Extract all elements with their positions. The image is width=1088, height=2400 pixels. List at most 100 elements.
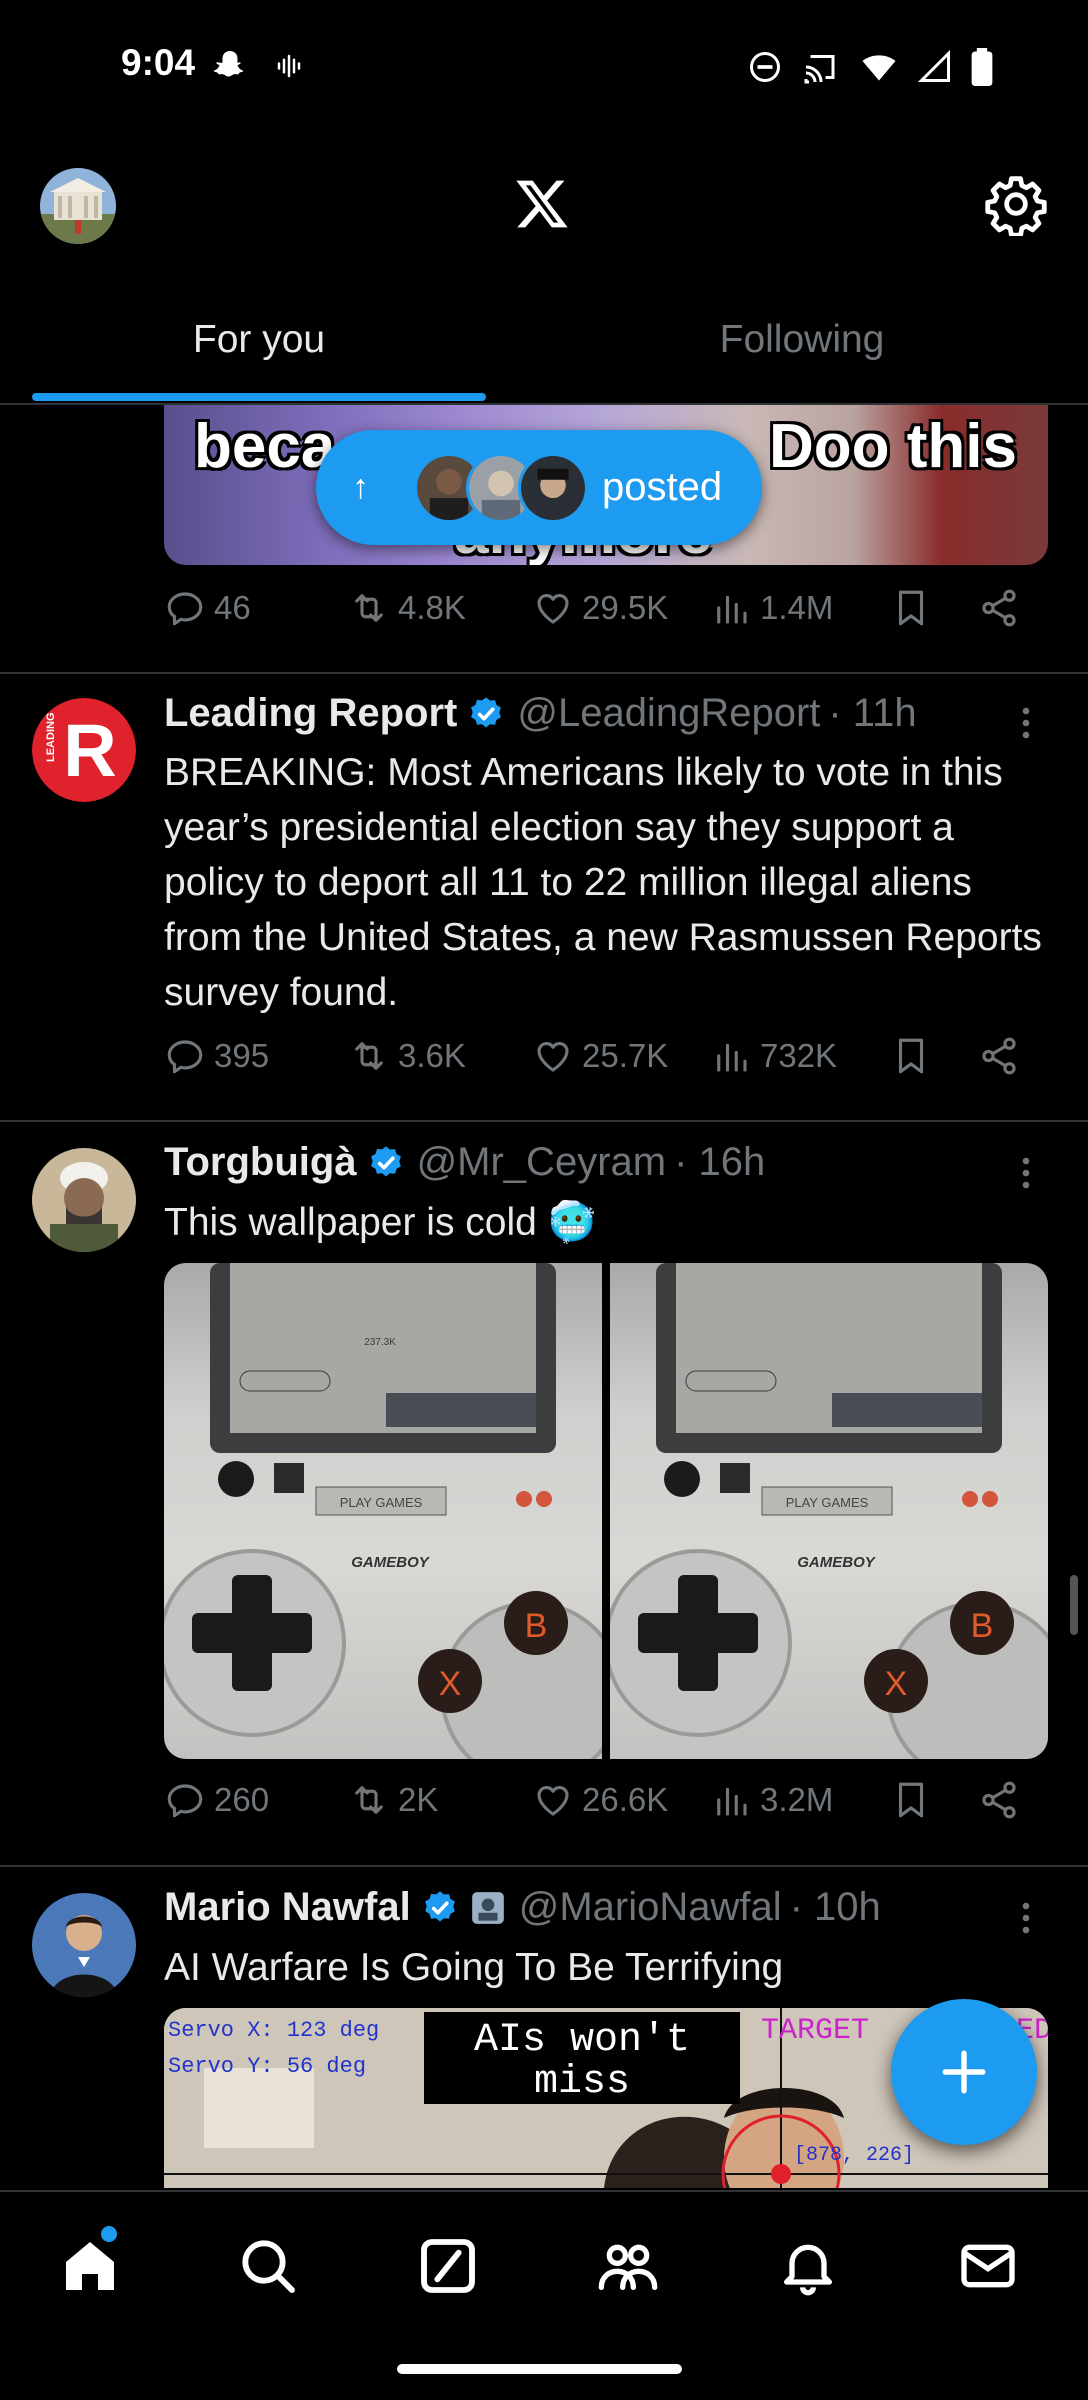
author-handle[interactable]: @Mr_Ceyram xyxy=(417,1140,667,1185)
author-handle[interactable]: @LeadingReport xyxy=(517,691,820,736)
author-name[interactable]: Leading Report xyxy=(164,691,457,736)
post-image-gameboy[interactable]: 237.3K PLAY GAMES GAMEBOY B X xyxy=(164,1263,602,1759)
views-button[interactable]: 1.4M xyxy=(710,587,833,629)
messages-envelope-icon[interactable] xyxy=(956,2234,1020,2298)
reply-count: 46 xyxy=(214,589,251,626)
share-button[interactable] xyxy=(978,1779,1028,1821)
bookmark-button[interactable] xyxy=(890,1779,940,1821)
repost-button[interactable]: 2K xyxy=(348,1779,438,1821)
post-header: Torgbuigà @Mr_Ceyram · 16h xyxy=(164,1140,765,1185)
status-right-icons xyxy=(747,48,993,86)
settings-gear-icon[interactable] xyxy=(984,172,1048,236)
post-divider xyxy=(0,672,1088,674)
new-posts-pill[interactable]: ↑ posted xyxy=(316,430,762,545)
views-count: 3.2M xyxy=(760,1781,834,1818)
home-icon[interactable] xyxy=(58,2234,122,2298)
views-chart-icon xyxy=(717,595,747,624)
author-name[interactable]: Torgbuigà xyxy=(164,1140,357,1185)
gameboy-button-x: X xyxy=(885,1665,908,1703)
more-options-icon[interactable] xyxy=(1016,1900,1036,1936)
profile-avatar[interactable] xyxy=(40,168,116,244)
post-avatar-mario-nawfal[interactable] xyxy=(32,1893,136,1997)
share-icon xyxy=(982,1781,1016,1819)
like-button[interactable]: 25.7K xyxy=(532,1035,668,1077)
target-label: TARGET xyxy=(761,2014,869,2048)
post-image-gameboy[interactable]: PLAY GAMES GAMEBOY B X xyxy=(610,1263,1048,1759)
arrow-up-icon: ↑ xyxy=(352,468,369,506)
post-actions: 395 3.6K 25.7K 732K xyxy=(164,1031,1044,1081)
grok-icon[interactable] xyxy=(416,2234,480,2298)
post-time: · 16h xyxy=(674,1140,766,1184)
compose-post-button[interactable] xyxy=(891,1999,1037,2145)
active-tab-indicator xyxy=(32,393,486,401)
servo-y-label: Servo Y: 56 deg xyxy=(168,2054,366,2079)
views-chart-icon xyxy=(717,1043,747,1072)
like-count: 29.5K xyxy=(582,589,669,626)
post-text: This wallpaper is cold 🥶 xyxy=(164,1201,597,1244)
cast-icon xyxy=(804,55,835,84)
post-header: Mario Nawfal @MarioNawfal · 10h xyxy=(164,1885,881,1930)
share-button[interactable] xyxy=(978,587,1028,629)
notifications-bell-icon[interactable] xyxy=(776,2234,840,2298)
repost-count: 4.8K xyxy=(398,589,466,626)
gesture-home-indicator[interactable] xyxy=(397,2364,682,2374)
timeline-feed[interactable]: beca Doo this anymore ↑ posted 46 4.8K 2… xyxy=(0,405,1088,2190)
servo-x-label: Servo X: 123 deg xyxy=(168,2018,379,2043)
top-header: For you Following xyxy=(0,135,1088,405)
views-count: 1.4M xyxy=(760,589,834,626)
repost-count: 3.6K xyxy=(398,1037,466,1074)
views-count: 732K xyxy=(760,1037,838,1074)
post-time: · 11h xyxy=(828,691,917,735)
reply-button[interactable]: 395 xyxy=(164,1035,269,1077)
like-button[interactable]: 26.6K xyxy=(532,1779,668,1821)
author-name[interactable]: Mario Nawfal xyxy=(164,1885,411,1930)
heart-icon xyxy=(537,1042,569,1072)
svg-text:R: R xyxy=(63,709,116,792)
dnd-icon xyxy=(750,52,780,82)
like-button[interactable]: 29.5K xyxy=(532,587,668,629)
reply-icon xyxy=(167,592,203,626)
reply-button[interactable]: 46 xyxy=(164,587,251,629)
battery-icon xyxy=(971,48,993,86)
views-button[interactable]: 732K xyxy=(710,1035,837,1077)
gameboy-brand-label: GAMEBOY xyxy=(351,1554,431,1571)
tab-for-you[interactable]: For you xyxy=(0,318,518,362)
verified-badge-icon xyxy=(471,696,502,727)
scrollbar-thumb[interactable] xyxy=(1070,1575,1078,1635)
gameboy-button-x: X xyxy=(439,1665,462,1703)
reply-button[interactable]: 260 xyxy=(164,1779,269,1821)
like-count: 25.7K xyxy=(582,1037,669,1074)
search-icon[interactable] xyxy=(236,2234,300,2298)
repost-icon xyxy=(355,594,383,622)
pill-avatars xyxy=(414,452,588,523)
repost-button[interactable]: 3.6K xyxy=(348,1035,466,1077)
status-bar: 9:04 xyxy=(0,0,1088,135)
repost-button[interactable]: 4.8K xyxy=(348,587,466,629)
share-icon xyxy=(982,1037,1016,1075)
communities-icon[interactable] xyxy=(596,2234,660,2298)
reply-icon xyxy=(167,1040,203,1074)
heart-icon xyxy=(537,1786,569,1816)
posted-label: posted xyxy=(602,465,723,509)
play-games-label: PLAY GAMES xyxy=(340,1495,423,1510)
bookmark-button[interactable] xyxy=(890,587,940,629)
more-options-icon[interactable] xyxy=(1016,1155,1036,1191)
bookmark-icon xyxy=(898,1782,924,1818)
x-logo-icon[interactable] xyxy=(512,176,572,232)
heart-icon xyxy=(537,594,569,624)
post-media-grid[interactable]: 237.3K PLAY GAMES GAMEBOY B X PLAY GAMES… xyxy=(164,1263,1048,1759)
views-button[interactable]: 3.2M xyxy=(710,1779,833,1821)
bookmark-button[interactable] xyxy=(890,1035,940,1077)
share-icon xyxy=(982,589,1016,627)
bookmark-icon xyxy=(898,1038,924,1074)
post-avatar-torgbuiga[interactable] xyxy=(32,1148,136,1252)
post-avatar-leading-report[interactable]: R LEADING xyxy=(32,698,136,802)
share-button[interactable] xyxy=(978,1035,1028,1077)
meme-text-right: Doo this xyxy=(769,412,1017,481)
tab-following[interactable]: Following xyxy=(543,318,1061,362)
more-options-icon[interactable] xyxy=(1016,705,1036,741)
post-text: BREAKING: Most Americans likely to vote … xyxy=(164,751,1042,1014)
author-handle[interactable]: @MarioNawfal xyxy=(519,1885,782,1930)
pill-avatar xyxy=(518,452,588,523)
post-text: AI Warfare Is Going To Be Terrifying xyxy=(164,1946,784,1989)
